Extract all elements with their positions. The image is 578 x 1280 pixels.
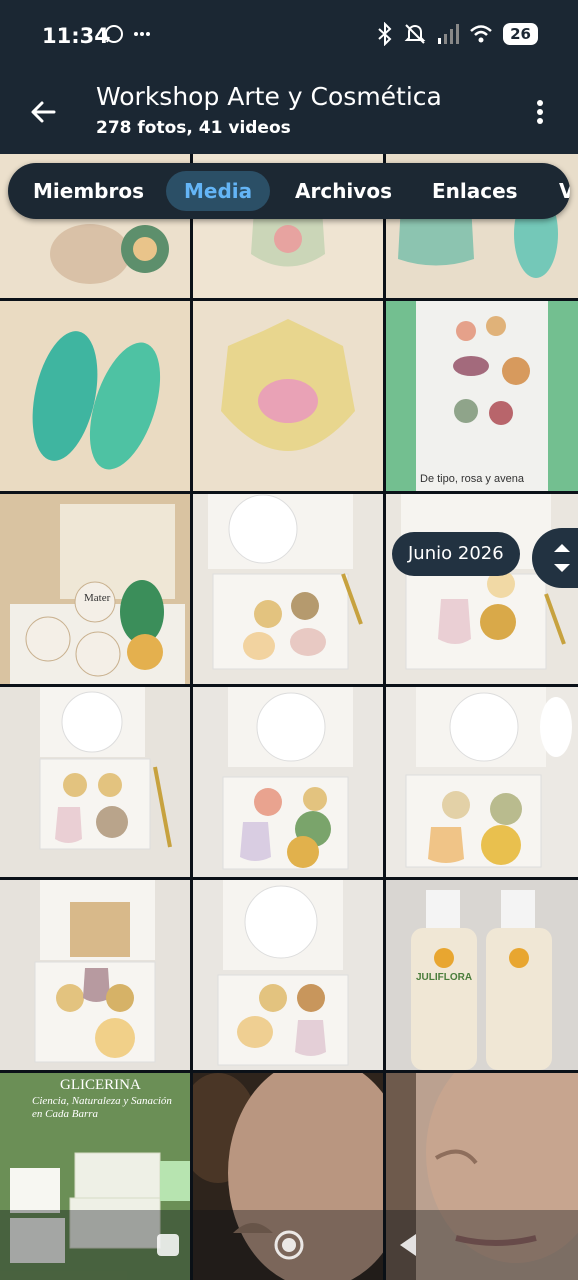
leaf-soap-image	[32, 331, 161, 470]
home-circle-icon[interactable]	[272, 1228, 306, 1262]
media-thumbnail[interactable]	[386, 494, 578, 684]
photo-caption: De tipo, rosa y avena	[420, 473, 524, 485]
tab-members[interactable]: Miembros	[33, 171, 144, 211]
whatsapp-icon	[105, 25, 123, 43]
media-count: 278 fotos, 41 videos	[96, 118, 291, 138]
status-notification-icons	[104, 24, 152, 44]
media-grid: De tipo, rosa y avena Mater JULIFLORA GL…	[0, 154, 578, 1280]
bottle-brand-label: JULIFLORA	[416, 972, 473, 983]
tab-files[interactable]: Archivos	[295, 171, 392, 211]
app-bar: Workshop Arte y Cosmética 278 fotos, 41 …	[0, 70, 578, 154]
more-notifications-icon	[134, 32, 150, 36]
signal-icon	[438, 24, 460, 44]
shampoo-bottles-image	[411, 890, 552, 1070]
media-thumbnail[interactable]: Mater	[0, 494, 190, 684]
group-title: Workshop Arte y Cosmética	[96, 82, 442, 111]
screenshot-frame: De tipo, rosa y avena	[416, 301, 548, 491]
gift-box-image	[10, 504, 185, 684]
media-thumbnail[interactable]: De tipo, rosa y avena	[386, 301, 578, 491]
back-arrow-icon[interactable]	[24, 92, 64, 132]
media-thumbnail[interactable]	[193, 301, 383, 491]
jar-brand-label: Mater	[84, 592, 111, 604]
media-thumbnail[interactable]	[193, 494, 383, 684]
wifi-icon	[470, 25, 492, 43]
gift-box-image	[222, 687, 353, 870]
status-time: 11:34	[42, 24, 109, 48]
back-triangle-icon[interactable]	[394, 1230, 424, 1260]
media-thumbnail[interactable]	[0, 301, 190, 491]
media-thumbnail[interactable]	[0, 687, 190, 877]
gift-box-image	[39, 687, 172, 850]
status-system-icons: 26	[377, 22, 538, 46]
media-tabs: Miembros Media Archivos Enlaces V	[8, 163, 570, 219]
date-indicator: Junio 2026	[392, 532, 520, 576]
more-menu-icon[interactable]	[524, 96, 556, 128]
media-thumbnail[interactable]: JULIFLORA	[386, 880, 578, 1070]
tab-media[interactable]: Media	[166, 171, 271, 211]
gift-box-image	[401, 494, 566, 670]
scroll-arrows-icon	[554, 544, 570, 572]
mute-icon	[404, 24, 426, 44]
recents-square-icon[interactable]	[153, 1230, 183, 1260]
tab-links[interactable]: Enlaces	[432, 171, 518, 211]
gift-box-image	[34, 880, 156, 1063]
media-thumbnail[interactable]	[386, 687, 578, 877]
hamsa-soap-image	[221, 319, 355, 451]
bluetooth-icon	[378, 22, 392, 46]
system-navigation-bar	[0, 1210, 578, 1280]
status-bar: 11:34 26	[0, 0, 578, 70]
soap-collection-image	[453, 316, 530, 425]
battery-indicator: 26	[503, 23, 538, 45]
media-thumbnail[interactable]	[193, 687, 383, 877]
gift-box-image	[405, 687, 572, 868]
tab-voice[interactable]: V	[559, 171, 570, 211]
gift-box-image	[208, 494, 363, 670]
gift-box-image	[217, 880, 349, 1066]
media-thumbnail[interactable]	[0, 880, 190, 1070]
media-thumbnail[interactable]	[193, 880, 383, 1070]
